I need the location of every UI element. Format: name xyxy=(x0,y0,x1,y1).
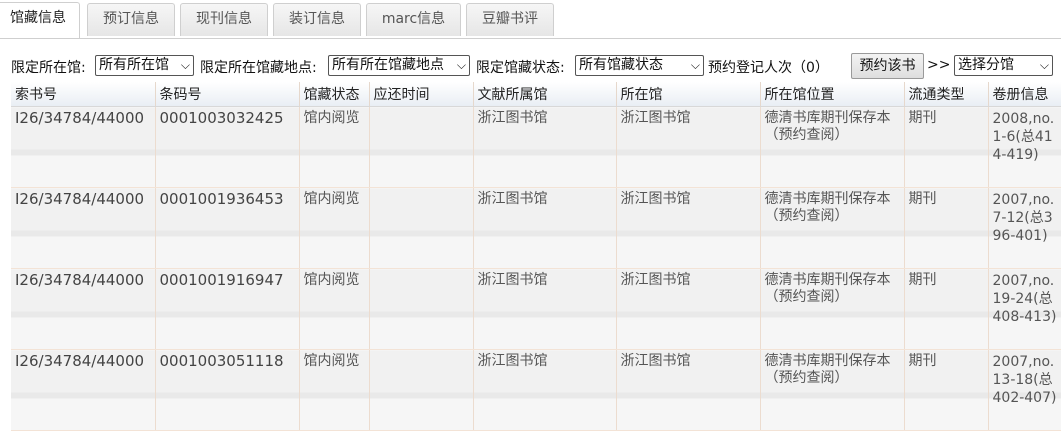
circulation-type-cell: 期刊 xyxy=(904,268,989,350)
chevron-down-icon: ⌵ xyxy=(1039,58,1049,72)
column-header: 条码号 xyxy=(155,82,300,107)
branch-select-value: 选择分馆 xyxy=(958,57,1014,73)
status-cell: 馆内阅览 xyxy=(299,106,370,188)
tab-douban-reviews[interactable]: 豆瓣书评 xyxy=(466,3,554,36)
table-row: I26/34784/44000 0001001936453 馆内阅览 浙江图书馆… xyxy=(11,187,1061,269)
holdings-table: 索书号 条码号 馆藏状态 应还时间 文献所属馆 所在馆 所在馆位置 流通类型 卷… xyxy=(11,82,1061,431)
circulation-type-cell: 期刊 xyxy=(904,187,989,269)
library-cell: 浙江图书馆 xyxy=(616,106,761,188)
location-filter-label: 限定所在馆藏地点: xyxy=(200,60,317,76)
location-select-value: 所有所在馆藏地点 xyxy=(332,57,444,73)
location-cell: 德清书库期刊保存本（预约查阅） xyxy=(760,349,905,431)
owner-library-cell: 浙江图书馆 xyxy=(473,349,617,431)
tab-binding[interactable]: 装订信息 xyxy=(273,3,361,36)
library-cell: 浙江图书馆 xyxy=(616,349,761,431)
column-header: 所在馆位置 xyxy=(760,82,905,107)
barcode-cell: 0001003051118 xyxy=(155,349,300,431)
table-header-row: 索书号 条码号 馆藏状态 应还时间 文献所属馆 所在馆 所在馆位置 流通类型 卷… xyxy=(11,82,1061,107)
table-row: I26/34784/44000 0001001916947 馆内阅览 浙江图书馆… xyxy=(11,268,1061,350)
location-cell: 德清书库期刊保存本（预约查阅） xyxy=(760,268,905,350)
column-header: 索书号 xyxy=(11,82,156,107)
status-filter-label: 限定馆藏状态: xyxy=(476,60,565,76)
column-header: 馆藏状态 xyxy=(299,82,370,107)
call-number-cell: I26/34784/44000 xyxy=(11,106,156,188)
library-select-value: 所有所在馆 xyxy=(99,57,169,73)
reservation-count: 预约登记人次（0） xyxy=(708,60,829,76)
column-header: 流通类型 xyxy=(904,82,989,107)
tab-bar: 馆藏信息 预订信息 现刊信息 装订信息 marc信息 豆瓣书评 xyxy=(0,0,1061,39)
call-number-cell: I26/34784/44000 xyxy=(11,349,156,431)
circulation-type-cell: 期刊 xyxy=(904,349,989,431)
volume-info-cell: 2008,no.1-6(总414-419) xyxy=(988,106,1061,188)
chevron-down-icon: ⌵ xyxy=(456,58,466,72)
barcode-cell: 0001001936453 xyxy=(155,187,300,269)
location-cell: 德清书库期刊保存本（预约查阅） xyxy=(760,106,905,188)
status-cell: 馆内阅览 xyxy=(299,349,370,431)
branch-select[interactable]: 选择分馆 ⌵ xyxy=(954,55,1053,76)
due-date-cell xyxy=(369,268,474,350)
library-cell: 浙江图书馆 xyxy=(616,187,761,269)
table-row: I26/34784/44000 0001003032425 馆内阅览 浙江图书馆… xyxy=(11,106,1061,188)
tab-orders[interactable]: 预订信息 xyxy=(87,3,175,36)
owner-library-cell: 浙江图书馆 xyxy=(473,187,617,269)
due-date-cell xyxy=(369,349,474,431)
location-cell: 德清书库期刊保存本（预约查阅） xyxy=(760,187,905,269)
arrow-text: >> xyxy=(927,57,951,73)
library-select[interactable]: 所有所在馆 ⌵ xyxy=(95,55,194,76)
chevron-down-icon: ⌵ xyxy=(180,58,190,72)
owner-library-cell: 浙江图书馆 xyxy=(473,268,617,350)
status-select[interactable]: 所有馆藏状态 ⌵ xyxy=(575,55,704,76)
filter-bar: 限定所在馆: 所有所在馆 ⌵ 限定所在馆藏地点: 所有所在馆藏地点 ⌵ 限定馆藏… xyxy=(0,52,1061,80)
due-date-cell xyxy=(369,187,474,269)
call-number-cell: I26/34784/44000 xyxy=(11,268,156,350)
status-cell: 馆内阅览 xyxy=(299,187,370,269)
call-number-cell: I26/34784/44000 xyxy=(11,187,156,269)
volume-info-cell: 2007,no.13-18(总402-407) xyxy=(988,349,1061,431)
circulation-type-cell: 期刊 xyxy=(904,106,989,188)
column-header: 应还时间 xyxy=(369,82,474,107)
tab-marc[interactable]: marc信息 xyxy=(366,3,461,36)
chevron-down-icon: ⌵ xyxy=(690,58,700,72)
library-cell: 浙江图书馆 xyxy=(616,268,761,350)
reserve-button[interactable]: 预约该书 xyxy=(851,53,924,79)
status-select-value: 所有馆藏状态 xyxy=(579,57,663,73)
status-cell: 馆内阅览 xyxy=(299,268,370,350)
tab-holdings[interactable]: 馆藏信息 xyxy=(0,2,80,38)
column-header: 所在馆 xyxy=(616,82,761,107)
owner-library-cell: 浙江图书馆 xyxy=(473,106,617,188)
library-filter-label: 限定所在馆: xyxy=(11,60,86,76)
table-row: I26/34784/44000 0001003051118 馆内阅览 浙江图书馆… xyxy=(11,349,1061,431)
barcode-cell: 0001001916947 xyxy=(155,268,300,350)
column-header: 文献所属馆 xyxy=(473,82,617,107)
due-date-cell xyxy=(369,106,474,188)
volume-info-cell: 2007,no.19-24(总408-413) xyxy=(988,268,1061,350)
location-select[interactable]: 所有所在馆藏地点 ⌵ xyxy=(328,55,470,76)
volume-info-cell: 2007,no.7-12(总396-401) xyxy=(988,187,1061,269)
barcode-cell: 0001003032425 xyxy=(155,106,300,188)
column-header: 卷册信息 xyxy=(988,82,1061,107)
tab-current-issues[interactable]: 现刊信息 xyxy=(180,3,268,36)
